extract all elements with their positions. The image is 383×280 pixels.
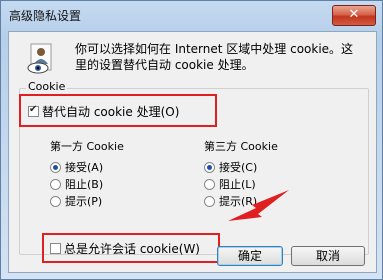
override-checkbox-label: 替代自动 cookie 处理(O) bbox=[42, 105, 180, 119]
cookie-group-label: Cookie bbox=[26, 80, 68, 93]
dialog-window: 高级隐私设置 ✕ 你可以选择如何在 Internet 区域中处理 cookie。… bbox=[0, 0, 383, 280]
override-checkbox[interactable] bbox=[28, 104, 39, 117]
privacy-eye-icon bbox=[27, 43, 52, 74]
cancel-button[interactable]: 取消 bbox=[291, 246, 365, 266]
third-party-heading: 第三方 Cookie bbox=[204, 140, 278, 153]
third-party-accept-radio[interactable]: 接受(C) bbox=[204, 159, 257, 175]
radio-button[interactable] bbox=[50, 178, 61, 190]
third-party-block-radio[interactable]: 阻止(L) bbox=[204, 176, 256, 192]
first-party-prompt-radio[interactable]: 提示(P) bbox=[50, 193, 102, 209]
first-party-accept-radio[interactable]: 接受(A) bbox=[50, 159, 103, 175]
cookie-group: Cookie 替代自动 cookie 处理(O) 第一方 Cookie 第三方 … bbox=[19, 80, 369, 263]
radio-label: 提示(R) bbox=[219, 195, 258, 208]
radio-button[interactable] bbox=[204, 161, 215, 173]
dialog-body: 你可以选择如何在 Internet 区域中处理 cookie。这里的设置替代自动… bbox=[8, 31, 377, 273]
ok-button[interactable]: 确定 bbox=[217, 246, 283, 266]
radio-label: 接受(C) bbox=[219, 161, 258, 174]
radio-button[interactable] bbox=[50, 161, 61, 173]
radio-label: 阻止(B) bbox=[65, 178, 104, 191]
radio-label: 提示(P) bbox=[65, 195, 103, 208]
first-party-heading: 第一方 Cookie bbox=[50, 140, 124, 153]
radio-button[interactable] bbox=[50, 195, 61, 207]
override-checkbox-row[interactable]: 替代自动 cookie 处理(O) bbox=[28, 103, 179, 120]
third-party-prompt-radio[interactable]: 提示(R) bbox=[204, 193, 257, 209]
session-checkbox[interactable] bbox=[50, 243, 61, 254]
first-party-block-radio[interactable]: 阻止(B) bbox=[50, 176, 103, 192]
radio-button[interactable] bbox=[204, 195, 215, 207]
radio-label: 阻止(L) bbox=[219, 178, 256, 191]
radio-label: 接受(A) bbox=[65, 161, 104, 174]
description-text: 你可以选择如何在 Internet 区域中处理 cookie。这里的设置替代自动… bbox=[75, 42, 354, 72]
radio-button[interactable] bbox=[204, 178, 215, 190]
close-button[interactable]: ✕ bbox=[332, 5, 376, 26]
dialog-title: 高级隐私设置 bbox=[9, 9, 82, 23]
session-checkbox-label: 总是允许会话 cookie(W) bbox=[64, 242, 200, 256]
session-checkbox-row[interactable]: 总是允许会话 cookie(W) bbox=[50, 240, 200, 257]
